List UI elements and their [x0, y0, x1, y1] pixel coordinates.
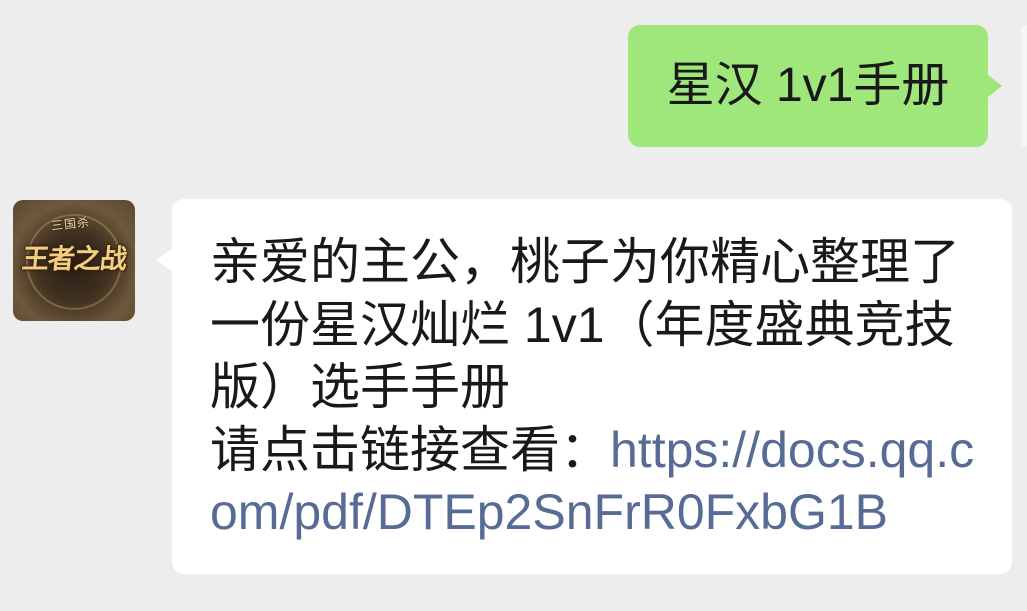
sent-message-bubble[interactable]: 星汉 1v1手册 — [628, 25, 1002, 147]
received-bubble-tail — [156, 248, 173, 272]
sent-bubble-tail — [987, 74, 1002, 98]
sent-message-text: 星汉 1v1手册 — [666, 59, 950, 112]
self-avatar-edge[interactable] — [1021, 25, 1027, 147]
received-message-bubble[interactable]: 亲爱的主公，桃子为你精心整理了一份星汉灿烂 1v1（年度盛典竞技版）选手手册 请… — [156, 199, 1012, 574]
received-message-link-line: 请点击链接查看：https://docs.qq.com/pdf/DTEp2SnF… — [210, 419, 980, 544]
received-message-text: 亲爱的主公，桃子为你精心整理了一份星汉灿烂 1v1（年度盛典竞技版）选手手册 — [210, 234, 960, 415]
avatar-logo-main-text: 王者之战 — [20, 244, 128, 275]
sender-avatar[interactable]: 三国杀 王者之战 — [13, 200, 135, 321]
link-prompt-text: 请点击链接查看： — [210, 421, 610, 478]
received-message-body: 亲爱的主公，桃子为你精心整理了一份星汉灿烂 1v1（年度盛典竞技版）选手手册 请… — [210, 231, 980, 544]
